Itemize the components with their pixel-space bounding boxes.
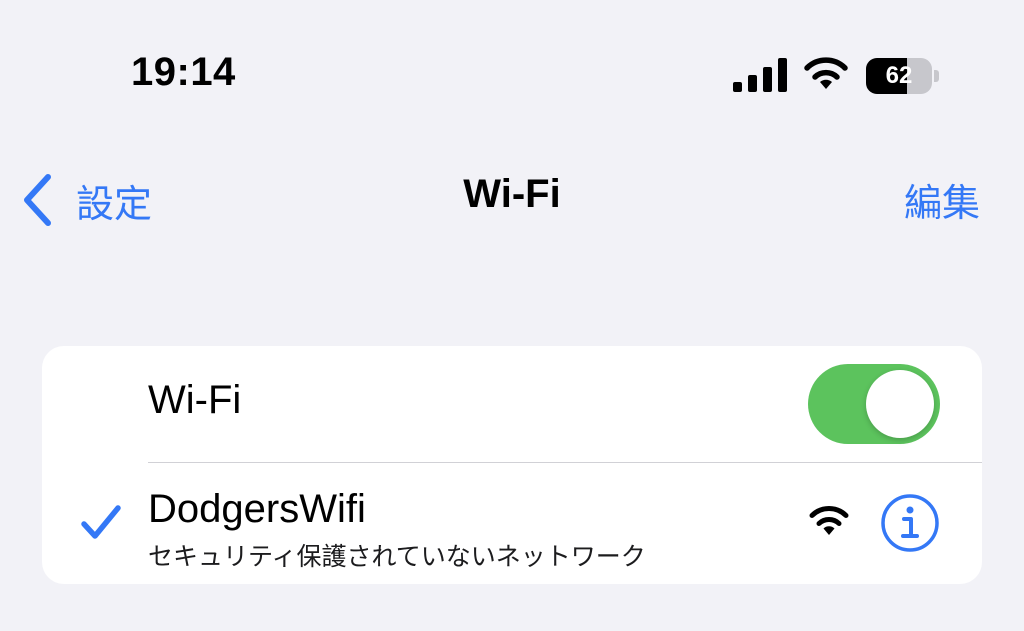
- edit-button[interactable]: 編集: [904, 172, 980, 227]
- wifi-signal-icon: [809, 505, 849, 535]
- wifi-toggle-row: Wi-Fi: [42, 346, 982, 462]
- navigation-bar: 設定 Wi-Fi 編集: [0, 150, 1024, 250]
- battery-icon: 62: [866, 58, 940, 94]
- wifi-toggle-switch[interactable]: [808, 364, 940, 444]
- status-time: 19:14: [131, 50, 236, 94]
- toggle-knob: [866, 370, 934, 438]
- checkmark-icon: [81, 505, 121, 539]
- page-title: Wi-Fi: [463, 172, 561, 216]
- wifi-toggle-label: Wi-Fi: [148, 378, 242, 422]
- network-name: DodgersWifi: [148, 487, 366, 531]
- info-icon[interactable]: [880, 493, 940, 553]
- status-bar: 19:14 62: [0, 0, 1024, 120]
- cellular-signal-icon: [733, 58, 787, 92]
- network-row-dodgerswifi[interactable]: DodgersWifi セキュリティ保護されていないネットワーク: [42, 463, 982, 584]
- network-security-subtitle: セキュリティ保護されていないネットワーク: [148, 542, 646, 571]
- wifi-settings-card: Wi-Fi DodgersWifi セキュリティ保護されていないネットワーク: [42, 346, 982, 584]
- wifi-icon: [804, 57, 848, 89]
- battery-level: 62: [885, 62, 913, 89]
